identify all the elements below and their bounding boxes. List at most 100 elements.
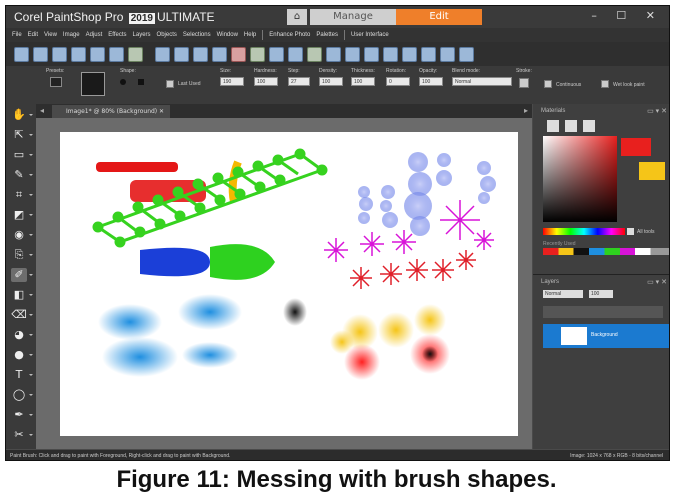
foreground-swatch[interactable]: [621, 138, 651, 156]
one-step-fix-icon[interactable]: [288, 46, 303, 62]
tab-scroll-left-icon[interactable]: ◂: [40, 106, 44, 115]
menu-effects[interactable]: Effects: [108, 32, 126, 38]
zoom-in-icon[interactable]: [402, 46, 417, 62]
stroke-icon[interactable]: [519, 78, 529, 88]
zoom-out-icon[interactable]: [421, 46, 436, 62]
menu-objects[interactable]: Objects: [157, 32, 177, 38]
pen-tool-icon[interactable]: ✒: [11, 408, 33, 422]
menu-selections[interactable]: Selections: [183, 32, 211, 38]
density-field[interactable]: 100: [319, 77, 343, 86]
status-bar: Paint Brush: Click and drag to paint wit…: [6, 450, 669, 460]
layer-row-background[interactable]: Background: [543, 324, 669, 348]
color-changer-icon[interactable]: ●: [11, 348, 33, 362]
dropper-tool-icon[interactable]: ✎: [11, 168, 33, 182]
document-icon[interactable]: [459, 46, 474, 62]
save-as-icon[interactable]: [109, 46, 124, 62]
rotate-right-icon[interactable]: [250, 46, 265, 62]
image-canvas[interactable]: [60, 132, 518, 436]
scanner-icon[interactable]: [71, 46, 86, 62]
menu-enhance-photo[interactable]: Enhance Photo: [269, 32, 310, 38]
layers-panel-controls[interactable]: ▭ ▾ ✕: [647, 278, 667, 286]
straighten-tool-icon[interactable]: ◩: [11, 208, 33, 222]
red-eye-tool-icon[interactable]: ◉: [11, 228, 33, 242]
frame-palette-icon[interactable]: [547, 120, 559, 132]
text-tool-icon[interactable]: T: [11, 368, 33, 382]
brush-preset-icon[interactable]: [50, 77, 62, 87]
paint-brush-tool-icon[interactable]: ✐: [11, 268, 33, 282]
materials-panel-controls[interactable]: ▭ ▾ ✕: [647, 107, 667, 115]
eraser-tool-icon[interactable]: ⌫: [11, 308, 33, 322]
new-file-icon[interactable]: [14, 46, 29, 62]
pick-tool-icon[interactable]: ⇱: [11, 128, 33, 142]
crop-icon[interactable]: [326, 46, 341, 62]
square-shape-icon[interactable]: [138, 79, 144, 85]
round-shape-icon[interactable]: [120, 79, 126, 85]
menu-edit[interactable]: Edit: [28, 32, 38, 38]
recent-colors-row[interactable]: [543, 248, 669, 255]
background-swatch[interactable]: [639, 162, 665, 180]
hue-slider[interactable]: [543, 228, 625, 235]
menu-user-interface[interactable]: User Interface: [351, 32, 389, 38]
pan-tool-icon[interactable]: ✋: [11, 108, 33, 122]
close-icon[interactable]: ✕: [159, 105, 164, 118]
step-field[interactable]: 27: [288, 77, 310, 86]
menu-palettes[interactable]: Palettes: [316, 32, 338, 38]
continuous-checkbox[interactable]: [544, 80, 552, 88]
thickness-field[interactable]: 100: [351, 77, 375, 86]
hardness-field[interactable]: 100: [254, 77, 278, 86]
window-controls[interactable]: – ☐ ✕: [591, 9, 663, 22]
menu-file[interactable]: File: [12, 32, 22, 38]
wet-look-checkbox[interactable]: [601, 80, 609, 88]
tab-manage[interactable]: Manage: [310, 9, 396, 25]
color-picker-square[interactable]: [543, 136, 617, 222]
layer-blend-select[interactable]: Normal: [543, 290, 583, 298]
undo-icon[interactable]: [174, 46, 189, 62]
menu-view[interactable]: View: [44, 32, 57, 38]
art-media-tool-icon[interactable]: ✂: [11, 428, 33, 442]
materials-title: Materials: [541, 108, 566, 114]
fill-tool-icon[interactable]: ◕: [11, 328, 33, 342]
rainbow-palette-icon[interactable]: [565, 120, 577, 132]
opacity-field[interactable]: 100: [419, 77, 443, 86]
menu-image[interactable]: Image: [63, 32, 80, 38]
last-used-icon[interactable]: [166, 80, 174, 88]
rotate-left-icon[interactable]: [231, 46, 246, 62]
all-tools-checkbox[interactable]: [627, 228, 634, 235]
share-icon[interactable]: [128, 46, 143, 62]
layers-icon[interactable]: [364, 46, 379, 62]
rotation-field[interactable]: 0: [386, 77, 410, 86]
menu-layers[interactable]: Layers: [133, 32, 151, 38]
clone-tool-icon[interactable]: ⎘: [11, 248, 33, 262]
grid-icon[interactable]: [33, 46, 48, 62]
dodge-tool-icon[interactable]: ◧: [11, 288, 33, 302]
save-icon[interactable]: [90, 46, 105, 62]
layer-opacity-field[interactable]: 100: [589, 290, 613, 298]
info-icon[interactable]: [269, 46, 284, 62]
open-folder-icon[interactable]: [52, 46, 67, 62]
selection-tool-icon[interactable]: ▭: [11, 148, 33, 162]
print-icon[interactable]: [155, 46, 170, 62]
layer-thumbnail: [561, 327, 587, 345]
photo-icon[interactable]: [307, 46, 322, 62]
view-icon[interactable]: [440, 46, 455, 62]
brush-tip-preview: [81, 72, 105, 96]
crop-tool-icon[interactable]: ⌗: [11, 188, 33, 202]
tab-scroll-right-icon[interactable]: ▸: [524, 106, 528, 115]
refresh-icon[interactable]: [345, 46, 360, 62]
right-palettes: Materials ▭ ▾ ✕ All tools Recently Used …: [533, 104, 669, 449]
document-tab[interactable]: Image1* @ 80% (Background) ✕: [52, 105, 170, 118]
redo-icon[interactable]: [193, 46, 208, 62]
menu-help[interactable]: Help: [244, 32, 256, 38]
toolbar-spacer: [147, 47, 151, 62]
swatches-palette-icon[interactable]: [583, 120, 595, 132]
menu-adjust[interactable]: Adjust: [86, 32, 103, 38]
blend-mode-select[interactable]: Normal: [452, 77, 512, 86]
layer-name: Background: [591, 332, 618, 338]
menu-window[interactable]: Window: [217, 32, 238, 38]
copy-icon[interactable]: [212, 46, 227, 62]
tab-edit[interactable]: Edit: [396, 9, 482, 25]
shape-tool-icon[interactable]: ◯: [11, 388, 33, 402]
fit-icon[interactable]: [383, 46, 398, 62]
size-field[interactable]: 190: [220, 77, 244, 86]
home-icon[interactable]: ⌂: [287, 9, 307, 25]
